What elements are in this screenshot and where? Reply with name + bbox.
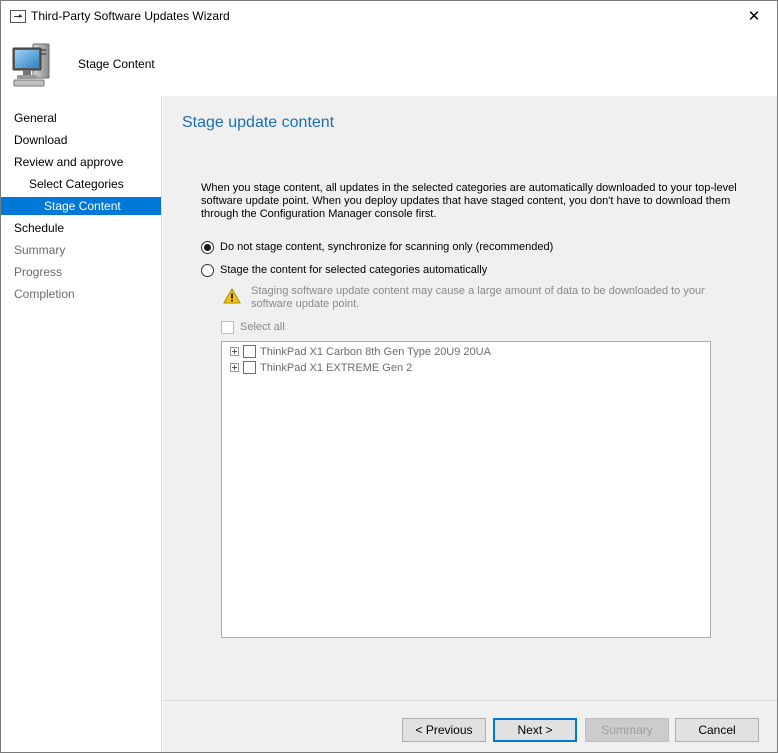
tree-item[interactable]: ThinkPad X1 Carbon 8th Gen Type 20U9 20U… [230,344,491,359]
header-banner: Stage Content [1,32,777,96]
radio-stage-auto[interactable]: Stage the content for selected categorie… [201,262,487,278]
radio-no-stage[interactable]: Do not stage content, synchronize for sc… [201,239,553,255]
nav-item-stage-content[interactable]: Stage Content [1,197,161,215]
close-icon[interactable]: ✕ [731,1,777,32]
button-bar: < Previous Next > Summary Cancel [163,700,777,752]
select-all-checkbox: Select all [221,320,285,334]
nav-item-download[interactable]: Download [1,131,161,149]
nav-item-completion: Completion [14,287,75,301]
categories-tree[interactable]: ThinkPad X1 Carbon 8th Gen Type 20U9 20U… [221,341,711,638]
radio-button[interactable] [201,263,214,277]
warning-message: Staging software update content may caus… [223,285,723,313]
wizard-window: Third-Party Software Updates Wizard ✕ St… [0,0,778,753]
content-panel: Stage update content When you stage cont… [163,96,777,700]
select-all-label: Select all [240,321,285,333]
summary-button: Summary [585,718,669,742]
radio-stage-auto-label: Stage the content for selected categorie… [220,264,488,276]
next-button[interactable]: Next > [493,718,577,742]
checkbox[interactable] [243,345,256,358]
wizard-steps-nav: General Download Review and approve Sele… [1,96,162,752]
radio-no-stage-label: Do not stage content, synchronize for sc… [220,241,554,253]
wizard-window-icon [10,10,26,23]
tree-item[interactable]: ThinkPad X1 EXTREME Gen 2 [230,360,412,375]
expand-icon[interactable] [230,363,239,372]
nav-item-progress: Progress [14,265,63,279]
page-title: Stage update content [182,114,335,131]
warning-icon [223,288,241,304]
window-title: Third-Party Software Updates Wizard [31,9,230,23]
checkbox[interactable] [243,361,256,374]
nav-item-schedule[interactable]: Schedule [1,219,161,237]
tree-item-label: ThinkPad X1 EXTREME Gen 2 [260,361,413,374]
cancel-button[interactable]: Cancel [675,718,759,742]
previous-button[interactable]: < Previous [402,718,486,742]
checkbox [221,320,234,334]
warning-text: Staging software update content may caus… [251,285,705,310]
banner-title: Stage Content [78,57,155,71]
nav-item-summary: Summary [14,243,66,257]
title-bar: Third-Party Software Updates Wizard ✕ [1,1,777,32]
description-text: When you stage content, all updates in t… [201,182,737,220]
tree-item-label: ThinkPad X1 Carbon 8th Gen Type 20U9 20U… [260,345,491,358]
radio-button[interactable] [201,240,214,254]
nav-item-review-and-approve[interactable]: Review and approve [1,153,161,171]
nav-item-select-categories[interactable]: Select Categories [1,175,161,193]
nav-item-general[interactable]: General [1,109,161,127]
expand-icon[interactable] [230,347,239,356]
computer-icon [12,43,50,87]
